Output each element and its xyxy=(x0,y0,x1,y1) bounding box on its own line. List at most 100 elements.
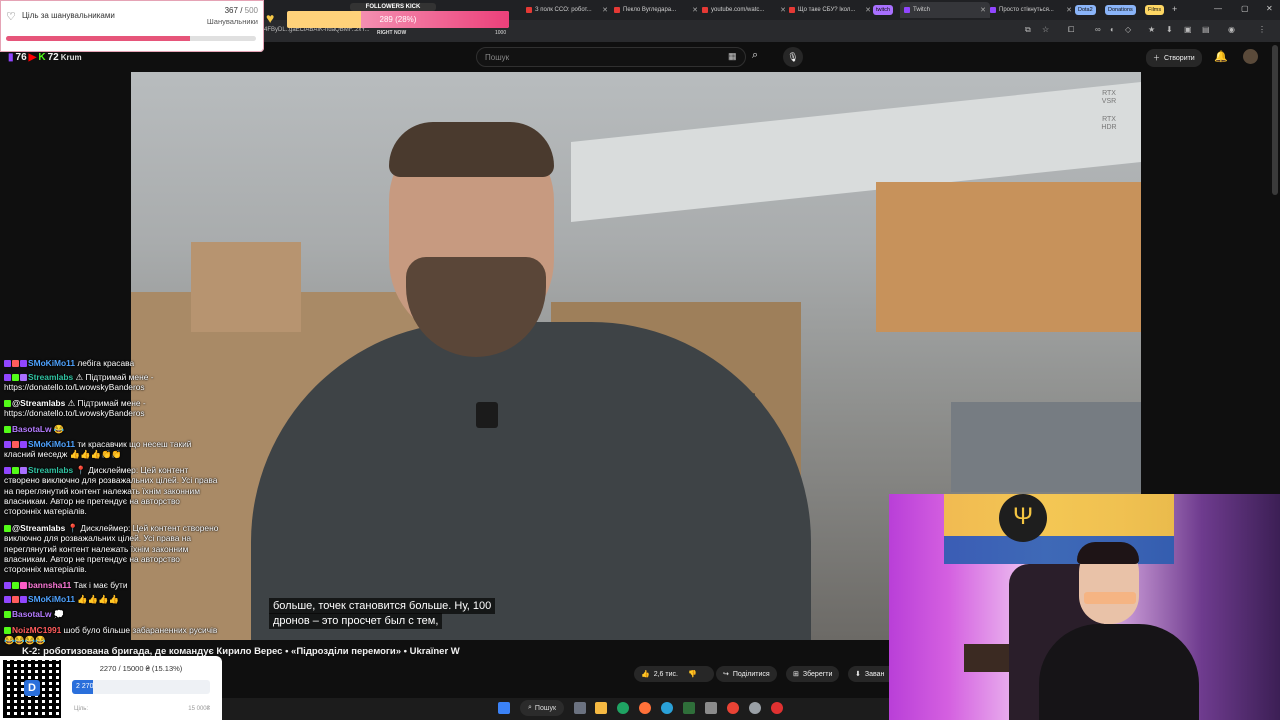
chat-username: Streamlabs xyxy=(28,465,74,475)
keyboard-icon[interactable]: ▦ xyxy=(728,51,737,62)
chrome-icon[interactable] xyxy=(727,702,739,714)
close-icon[interactable]: ✕ xyxy=(1066,6,1072,14)
browser-tab-active[interactable]: Twitch ✕ xyxy=(900,2,990,18)
search-icon[interactable]: ⌕ xyxy=(752,49,758,62)
chat-text: 😂 xyxy=(53,424,65,434)
browser-tab[interactable]: youtube.com/watc... ✕ xyxy=(698,2,790,18)
subtitle-line: больше, точек становится больше. Ну, 100 xyxy=(269,598,496,614)
chat-badge-icon xyxy=(20,582,27,589)
extensions-icon[interactable]: ⧠ xyxy=(1068,25,1074,35)
chat-badge-icon xyxy=(12,360,19,367)
chat-username: BasotaLw xyxy=(12,424,52,434)
fan-goal-widget: ♡ Ціль за шанувальниками 367 / 500 Шанув… xyxy=(0,0,264,52)
maximize-icon[interactable]: ▢ xyxy=(1241,4,1249,13)
chat-username: SMoKiMo11 xyxy=(28,358,75,368)
chat-username: SMoKiMo11 xyxy=(28,439,75,449)
tab-group-twitch[interactable]: twitch xyxy=(873,5,894,15)
extension-icon[interactable]: ◐ xyxy=(1110,25,1115,34)
tab-group-films[interactable]: Films xyxy=(1145,5,1165,15)
extension-icon[interactable]: ▣ xyxy=(1184,25,1192,34)
donation-goal-label: Ціль: xyxy=(74,706,89,712)
chat-badge-icon xyxy=(4,467,11,474)
menu-icon[interactable]: ⋮ xyxy=(1258,25,1266,34)
chat-text: 👍👍👍👍 xyxy=(77,594,120,604)
firefox-icon[interactable] xyxy=(639,702,651,714)
browser-tab[interactable]: З полк CCO: робот... ✕ xyxy=(522,2,612,18)
chat-badge-icon xyxy=(20,360,27,367)
obs-icon[interactable] xyxy=(771,702,783,714)
chat-badge-icon xyxy=(12,374,19,381)
donation-progress-text: 2270 / 15000 ₴ (15.13%) xyxy=(99,664,183,673)
bookmark-star-icon[interactable]: ☆ xyxy=(1042,25,1049,34)
extension-icon[interactable]: ▤ xyxy=(1202,25,1210,34)
plus-icon: ＋ xyxy=(1153,55,1160,62)
extension-icon[interactable]: ★ xyxy=(1148,25,1155,34)
chat-badge-icon xyxy=(4,441,11,448)
browser-tab[interactable]: Що таке CБУ? Ікол... ✕ xyxy=(785,2,875,18)
app-icon[interactable] xyxy=(683,702,695,714)
twitch-icon xyxy=(990,7,996,13)
page-scrollbar[interactable] xyxy=(1272,45,1278,195)
trident-emblem-icon: Ψ xyxy=(999,494,1047,542)
chat-badge-icon xyxy=(20,467,27,474)
browser-tab[interactable]: Пекло Вугледара... ✕ xyxy=(610,2,702,18)
file-explorer-icon[interactable] xyxy=(595,702,607,714)
chat-badge-icon xyxy=(4,627,11,634)
minimize-icon[interactable]: — xyxy=(1214,4,1222,13)
donation-bar-value: 2 270 xyxy=(76,683,94,690)
notifications-bell-icon[interactable]: 🔔 xyxy=(1214,50,1228,63)
avatar[interactable] xyxy=(1243,49,1258,64)
search-input[interactable]: Пошук xyxy=(476,47,746,67)
like-count[interactable]: 2,6 тис. xyxy=(654,671,678,678)
new-tab-button[interactable]: + xyxy=(1172,4,1177,14)
chat-username: BasotaLw xyxy=(12,609,52,619)
taskbar-search[interactable]: ⌕ Пошук xyxy=(520,700,565,716)
ukrainian-flag xyxy=(944,494,1174,564)
chat-message: Streamlabs ⚠ Підтримай мене - https://do… xyxy=(4,372,219,393)
microphone-icon[interactable]: 🎙 xyxy=(783,47,803,67)
chat-text: Так і має бути xyxy=(73,580,128,590)
chat-username: @Streamlabs xyxy=(12,523,66,533)
app-icon[interactable] xyxy=(705,702,717,714)
chat-badge-icon xyxy=(4,426,11,433)
browser-app-icon[interactable] xyxy=(617,702,629,714)
save-button[interactable]: ⊞ Зберегти xyxy=(786,666,840,682)
share-button[interactable]: ↪ Поділитися xyxy=(716,666,777,682)
chat-username: bannsha11 xyxy=(28,580,72,590)
thumbs-up-icon[interactable]: 👍 xyxy=(641,670,650,678)
extension-icon[interactable]: ◇ xyxy=(1125,25,1131,34)
goal-count: 367 / 500 xyxy=(224,6,258,15)
extension-icon[interactable]: ∞ xyxy=(1095,25,1101,34)
windows-start-icon[interactable] xyxy=(498,702,510,714)
browser-tab[interactable]: Просто стікнуться... ✕ xyxy=(986,2,1076,18)
chat-badge-icon xyxy=(12,582,19,589)
stream-viewer-counts: ▮ 76 ▶ K 72 Krum xyxy=(8,52,82,63)
goal-title: Ціль за шанувальниками xyxy=(22,11,115,20)
create-button[interactable]: ＋ Створити xyxy=(1146,49,1202,67)
settings-gear-icon[interactable] xyxy=(749,702,761,714)
thumbs-down-icon[interactable]: 👎 xyxy=(688,670,697,678)
followers-title: FOLLOWERS KICK xyxy=(350,3,436,11)
tab-group-dota2[interactable]: Dota2 xyxy=(1075,5,1096,15)
twitch-icon xyxy=(904,7,910,13)
chat-message: NoizMC1991 шоб було більше забараненних … xyxy=(4,625,219,646)
person-shirt xyxy=(251,322,811,640)
chat-message: bannsha11 Так і має бути xyxy=(4,580,219,590)
tab-group-donations[interactable]: Donations xyxy=(1105,5,1136,15)
youtube-icon xyxy=(702,7,708,13)
close-icon[interactable]: ✕ xyxy=(865,6,871,14)
task-view-icon[interactable] xyxy=(574,702,586,714)
save-icon: ⊞ xyxy=(793,671,799,678)
download-button[interactable]: ⬇ Заван xyxy=(848,666,889,682)
close-icon[interactable]: ✕ xyxy=(602,6,608,14)
rtx-hdr-badge: RTX HDR xyxy=(1101,116,1117,131)
youtube-icon xyxy=(526,7,532,13)
share-icon: ↪ xyxy=(723,671,729,678)
profile-icon[interactable]: ◉ xyxy=(1228,25,1235,34)
telegram-icon[interactable] xyxy=(661,702,673,714)
install-icon[interactable]: ⧉ xyxy=(1025,25,1031,35)
download-icon[interactable]: ⬇ xyxy=(1166,25,1173,34)
close-window-icon[interactable]: ✕ xyxy=(1266,4,1273,13)
chat-message: SMoKiMo11 лебіга красава xyxy=(4,358,219,368)
chat-badge-icon xyxy=(4,582,11,589)
